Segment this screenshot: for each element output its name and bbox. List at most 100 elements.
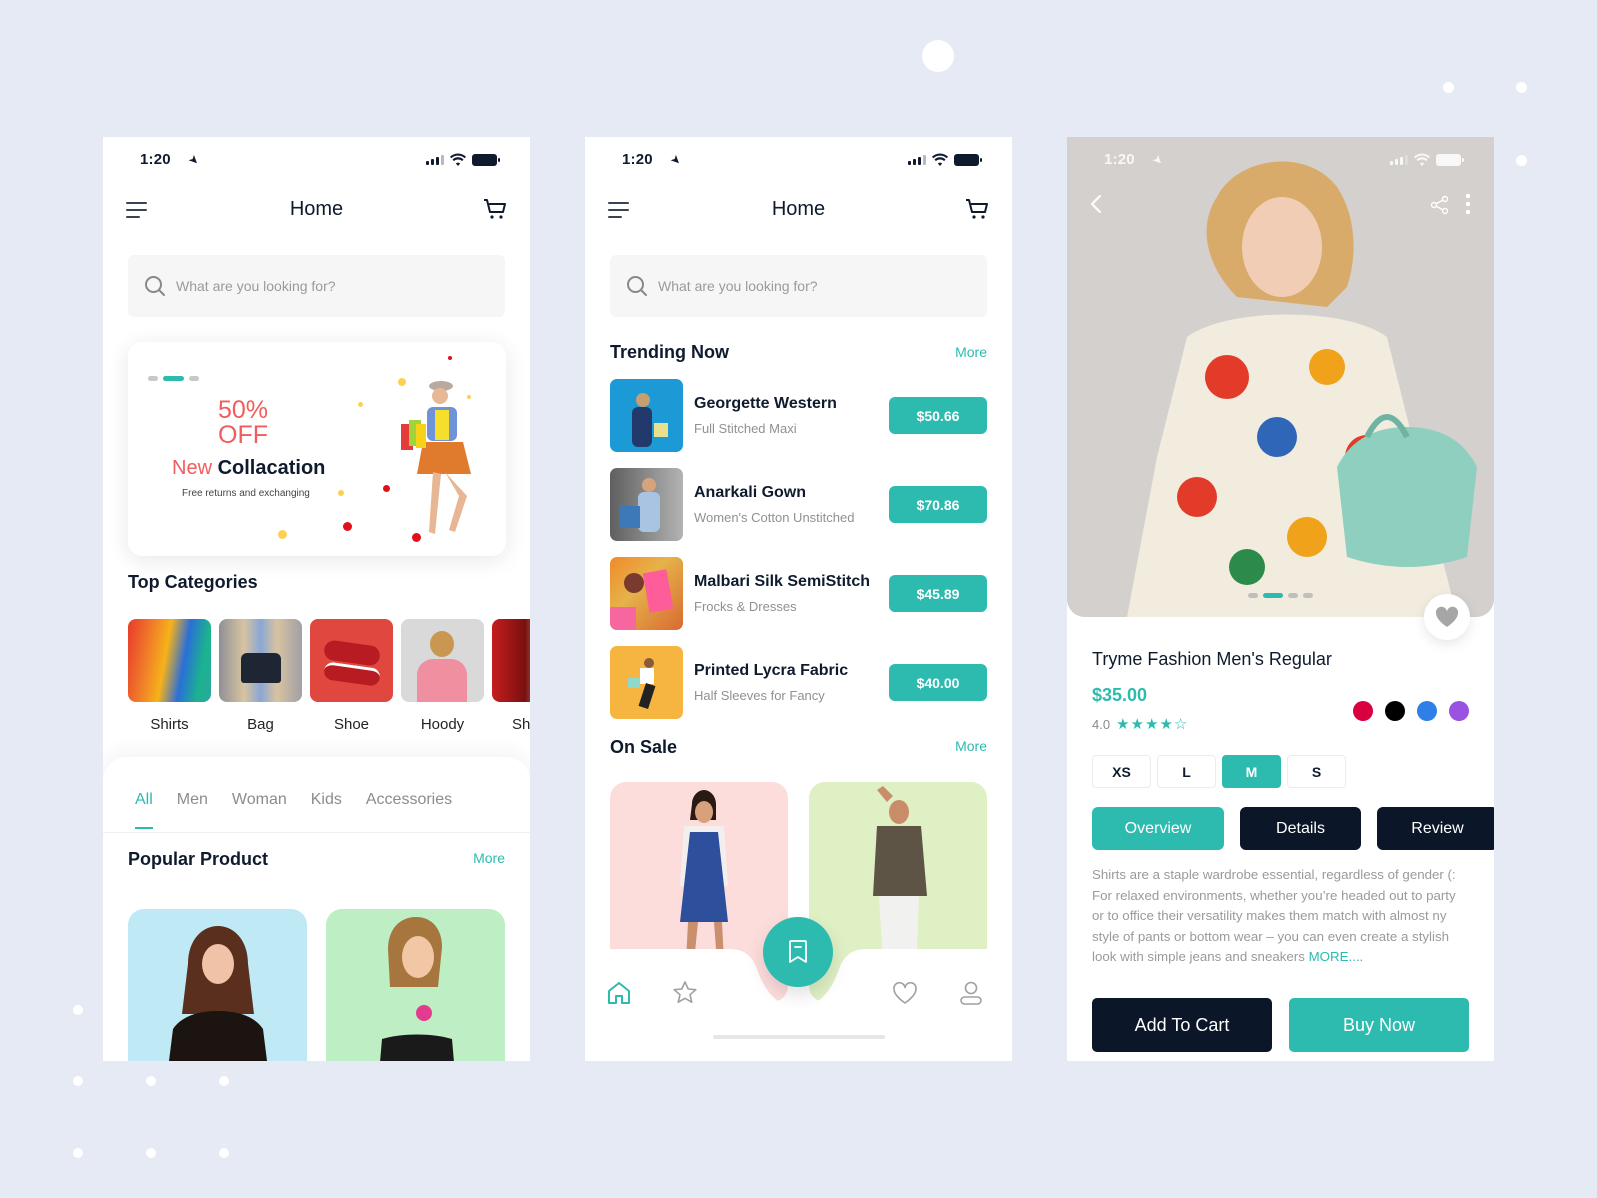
pager-dot-active[interactable] [163, 376, 184, 381]
trending-item[interactable]: Anarkali Gown Women's Cotton Unstitched … [610, 468, 987, 541]
tab-overview[interactable]: Overview [1092, 807, 1224, 850]
home-icon[interactable] [605, 979, 633, 1007]
home-indicator [713, 1035, 885, 1039]
decor-dot [922, 40, 954, 72]
popular-product-card[interactable] [326, 909, 505, 1061]
image-pager[interactable] [1248, 593, 1313, 598]
pager-dot[interactable] [189, 376, 199, 381]
tab-kids[interactable]: Kids [311, 791, 342, 829]
color-swatch[interactable] [1385, 701, 1405, 721]
more-vertical-icon[interactable] [1464, 193, 1472, 215]
bookmark-fab-button[interactable] [763, 917, 833, 987]
description-line-last: look with simple jeans and sneakers MORE… [1092, 947, 1487, 968]
search-icon [145, 276, 165, 296]
tab-men[interactable]: Men [177, 791, 208, 829]
tab-accessories[interactable]: Accessories [366, 791, 452, 829]
location-arrow-icon: ➤ [185, 151, 203, 169]
on-sale-more-link[interactable]: More [955, 738, 987, 754]
price-button[interactable]: $45.89 [889, 575, 987, 612]
battery-icon [472, 154, 500, 166]
size-option-m[interactable]: M [1222, 755, 1281, 788]
trending-more-link[interactable]: More [955, 344, 987, 360]
pager-dot[interactable] [1248, 593, 1258, 598]
color-swatch[interactable] [1353, 701, 1373, 721]
nav-header: Home [103, 192, 530, 232]
decor-dot [1516, 155, 1527, 166]
popular-more-link[interactable]: More [473, 850, 505, 866]
pager-dot[interactable] [1288, 593, 1298, 598]
trending-list: Georgette Western Full Stitched Maxi $50… [610, 379, 987, 735]
heart-icon[interactable] [891, 979, 919, 1007]
size-option-l[interactable]: L [1157, 755, 1216, 788]
price-button[interactable]: $50.66 [889, 397, 987, 434]
color-swatch[interactable] [1417, 701, 1437, 721]
product-image [380, 917, 454, 1061]
category-partial[interactable]: Sh [492, 619, 530, 733]
star-icon[interactable] [671, 979, 699, 1007]
product-hero-image: 1:20 ➤ [1067, 137, 1494, 617]
category-image [128, 619, 211, 702]
category-label: Shoe [333, 716, 370, 733]
category-image [401, 619, 484, 702]
trending-item[interactable]: Georgette Western Full Stitched Maxi $50… [610, 379, 987, 452]
status-bar: 1:20 ➤ [1067, 151, 1494, 171]
size-option-s[interactable]: S [1287, 755, 1346, 788]
shopping-cart-icon[interactable] [964, 196, 990, 222]
pager-dot-active[interactable] [1263, 593, 1283, 598]
category-shirts[interactable]: Shirts [128, 619, 211, 733]
decor-dot [73, 1148, 83, 1158]
search-bar[interactable] [610, 255, 987, 317]
color-swatch[interactable] [1449, 701, 1469, 721]
trending-name: Malbari Silk SemiStitch [694, 573, 871, 590]
favorite-button[interactable] [1424, 594, 1470, 640]
trending-thumbnail [610, 379, 683, 452]
headline-rest: Collacation [217, 457, 326, 479]
discount-text: 50% OFF [218, 398, 268, 448]
read-more-link[interactable]: MORE.... [1309, 949, 1364, 964]
share-icon[interactable] [1430, 195, 1450, 215]
bottom-tab-bar [585, 917, 1012, 1061]
battery-icon [954, 154, 982, 166]
home-screen-phone: 1:20 ➤ Home 50% OFF New Collacation Free… [103, 137, 530, 1061]
trending-item[interactable]: Malbari Silk SemiStitch Frocks & Dresses… [610, 557, 987, 630]
tab-all[interactable]: All [135, 791, 153, 829]
buy-now-button[interactable]: Buy Now [1289, 998, 1469, 1052]
confetti-dot [278, 530, 287, 539]
category-bag[interactable]: Bag [219, 619, 302, 733]
banner-pager[interactable] [148, 376, 199, 381]
size-option-xs[interactable]: XS [1092, 755, 1151, 788]
chevron-left-icon[interactable] [1087, 193, 1105, 215]
headline-highlight: New [172, 457, 213, 479]
decor-dot [219, 1076, 229, 1086]
divider [103, 832, 530, 833]
add-to-cart-button[interactable]: Add To Cart [1092, 998, 1272, 1052]
category-hoody[interactable]: Hoody [401, 619, 484, 733]
nav-header: Home [585, 192, 1012, 232]
popular-product-card[interactable] [128, 909, 307, 1061]
battery-icon [1436, 154, 1464, 166]
trending-item[interactable]: Printed Lycra Fabric Half Sleeves for Fa… [610, 646, 987, 719]
user-icon[interactable] [957, 979, 985, 1007]
pager-dot[interactable] [1303, 593, 1313, 598]
trending-desc: Full Stitched Maxi [694, 421, 797, 436]
price-button[interactable]: $40.00 [889, 664, 987, 701]
tab-review[interactable]: Review [1377, 807, 1494, 850]
page-title: Home [289, 198, 344, 220]
wifi-icon [932, 153, 948, 166]
search-icon [627, 276, 647, 296]
category-label: Sh [512, 716, 530, 733]
search-input[interactable] [176, 278, 436, 294]
search-input[interactable] [658, 278, 918, 294]
price-button[interactable]: $70.86 [889, 486, 987, 523]
trending-desc: Women's Cotton Unstitched [694, 510, 855, 525]
tab-details[interactable]: Details [1240, 807, 1361, 850]
shopping-cart-icon[interactable] [482, 196, 508, 222]
search-bar[interactable] [128, 255, 505, 317]
trending-thumbnail [610, 468, 683, 541]
decor-dot [73, 1076, 83, 1086]
category-shoe[interactable]: Shoe [310, 619, 393, 733]
promo-banner[interactable]: 50% OFF New Collacation Free returns and… [128, 342, 506, 556]
pager-dot[interactable] [148, 376, 158, 381]
tab-woman[interactable]: Woman [232, 791, 287, 829]
banner-headline: New Collacation [172, 457, 325, 480]
